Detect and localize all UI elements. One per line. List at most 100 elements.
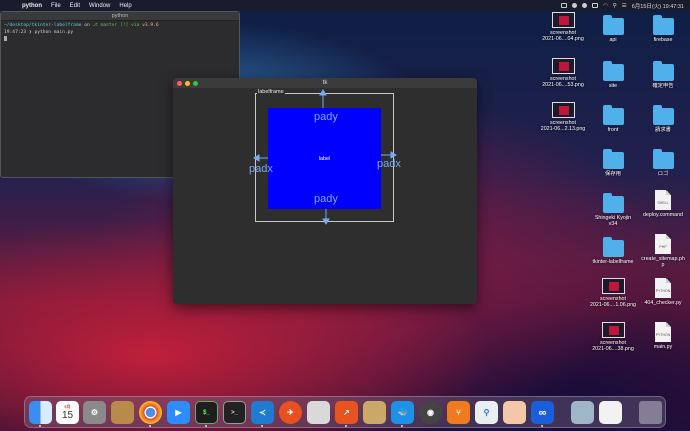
running-indicator (541, 425, 543, 427)
folder-icon (652, 61, 674, 81)
image-file-icon (551, 102, 575, 118)
zoom-app-icon[interactable]: ▶ (167, 401, 190, 424)
menu-edit[interactable]: Edit (70, 3, 80, 9)
calendar-day: 15 (61, 410, 74, 421)
desktop-icon[interactable]: site (590, 58, 636, 89)
document-icon: SHELL (655, 190, 671, 210)
clock[interactable]: 6月15日(火) 19:47:31 (632, 2, 684, 10)
desktop-icon-caption: screenshot 2021-06....38.png (592, 340, 634, 353)
calendar-icon[interactable]: 6月 15 (56, 401, 79, 424)
chrome-icon[interactable] (139, 401, 162, 424)
desktop-icon-caption: screenshot 2021-06...2.13.png (540, 120, 586, 133)
recent-document-icon[interactable] (599, 401, 622, 424)
desktop-icon-caption: site (608, 83, 618, 89)
terminal-titlebar[interactable]: python (1, 12, 239, 21)
trash-icon[interactable] (639, 401, 662, 424)
prompt-branch: master [!] via (100, 23, 143, 28)
iterm-icon[interactable]: $_ (195, 401, 218, 424)
image-file-icon (601, 322, 625, 338)
desktop-icon-caption: 404_checker.py (644, 300, 682, 306)
prompt-time: 19:47:23 (4, 29, 27, 35)
desktop-icon-caption: front (607, 127, 619, 133)
prompt-on: on (81, 23, 93, 28)
desktop-icon-caption: deploy.command (643, 212, 683, 218)
desktop-icon[interactable]: ロゴ (640, 146, 686, 177)
menu-help[interactable]: Help (119, 3, 131, 9)
desktop-icon[interactable]: PYTHON 404_checker.py (640, 278, 686, 306)
desktop-icon[interactable]: 請求書 (640, 102, 686, 133)
prompt-python-version: v3.9.6 (142, 23, 159, 28)
desktop-icon[interactable]: screenshot 2021-06....38.png (590, 322, 636, 352)
battery-icon[interactable] (591, 3, 598, 8)
image-file-icon (551, 12, 575, 28)
desktop-icon-caption: firebase (653, 37, 673, 43)
control-center-icon[interactable]: ☰ (622, 3, 627, 9)
archive-icon[interactable] (111, 401, 134, 424)
cloud-icon[interactable] (581, 3, 587, 8)
document-icon: PYTHON (655, 322, 671, 342)
apple-icon[interactable] (8, 2, 16, 10)
dock: 6月 15 ⚙ ▶ $_ >_ ≺ ✈ ↗ 🐳 ◉ ⑂ ⚲ ∞ (24, 396, 666, 428)
running-indicator (345, 425, 347, 427)
folder-icon (602, 193, 624, 213)
menu-app-name[interactable]: python (22, 3, 42, 9)
folder-icon (602, 61, 624, 81)
terminal-app-icon[interactable]: >_ (223, 401, 246, 424)
folder-icon (602, 105, 624, 125)
desktop-icon[interactable]: tkinter-labelframe (590, 234, 636, 265)
document-icon: PHP (655, 234, 671, 254)
disk-utility-icon[interactable]: ◉ (419, 401, 442, 424)
preview-icon[interactable] (503, 401, 526, 424)
vscode-icon[interactable]: ≺ (251, 401, 274, 424)
terminal-output[interactable]: ~/desktop/tkinter-labelframe on ⎇ master… (1, 21, 239, 46)
swift-playgrounds-icon[interactable]: ✈ (279, 401, 302, 424)
menu-file[interactable]: File (51, 3, 61, 9)
system-preferences-icon[interactable]: ⚙ (83, 401, 106, 424)
chart-app-icon[interactable]: ↗ (335, 401, 358, 424)
running-indicator (205, 425, 207, 427)
desktop-icon[interactable]: api (590, 12, 636, 43)
desktop-icon[interactable]: PYTHON main.py (640, 322, 686, 350)
terminal-cursor (4, 36, 7, 41)
recent-screenshot-icon[interactable] (571, 401, 594, 424)
sourcetree-icon[interactable]: ⑂ (447, 401, 470, 424)
running-indicator (39, 425, 41, 427)
desktop-icon[interactable]: front (590, 102, 636, 133)
folder-icon (652, 15, 674, 35)
sequel-icon[interactable] (307, 401, 330, 424)
status-icon[interactable] (571, 3, 577, 8)
desktop-icon[interactable]: screenshot 2021-06....53.png (540, 58, 586, 88)
search-icon[interactable]: ⚲ (613, 3, 617, 9)
docker-icon[interactable]: 🐳 (391, 401, 414, 424)
desktop-icon[interactable]: 保存用 (590, 146, 636, 177)
image-file-icon (601, 278, 625, 294)
terminal-title: python (111, 13, 129, 19)
screen-icon[interactable] (560, 3, 567, 8)
wifi-icon[interactable]: ◠ (603, 3, 608, 9)
menu-window[interactable]: Window (89, 3, 110, 9)
folder-icon (602, 15, 624, 35)
desktop-icon[interactable]: screenshot 2021-06....1.06.png (590, 278, 636, 308)
file-type-badge: SHELL (657, 201, 669, 205)
running-indicator (149, 425, 151, 427)
running-indicator (401, 425, 403, 427)
desktop-icon[interactable]: Shingeki Kyojin v34 (590, 190, 636, 227)
running-indicator (261, 425, 263, 427)
document-icon: PYTHON (655, 278, 671, 298)
desktop-icon[interactable]: SHELL deploy.command (640, 190, 686, 218)
infinity-icon[interactable]: ∞ (531, 401, 554, 424)
desktop-icon[interactable]: firebase (640, 12, 686, 43)
desktop-icon[interactable]: screenshot 2021-06....04.png (540, 12, 586, 42)
postgres-icon[interactable]: ⚲ (475, 401, 498, 424)
file-type-badge: PYTHON (655, 333, 671, 337)
tk-window[interactable]: tk labelframe label pady pady padx padx (173, 78, 477, 304)
finder-icon[interactable] (29, 401, 52, 424)
branch-icon: ⎇ (92, 23, 101, 28)
desktop-icon[interactable]: PHP create_sitemap.ph p (640, 234, 686, 268)
desktop-icon-caption: tkinter-labelframe (592, 259, 634, 265)
package-icon[interactable] (363, 401, 386, 424)
desktop-icon[interactable]: 確定申告 (640, 58, 686, 89)
desktop-icon-caption: screenshot 2021-06....04.png (542, 30, 584, 43)
desktop-icon[interactable]: screenshot 2021-06...2.13.png (540, 102, 586, 132)
folder-icon (602, 149, 624, 169)
